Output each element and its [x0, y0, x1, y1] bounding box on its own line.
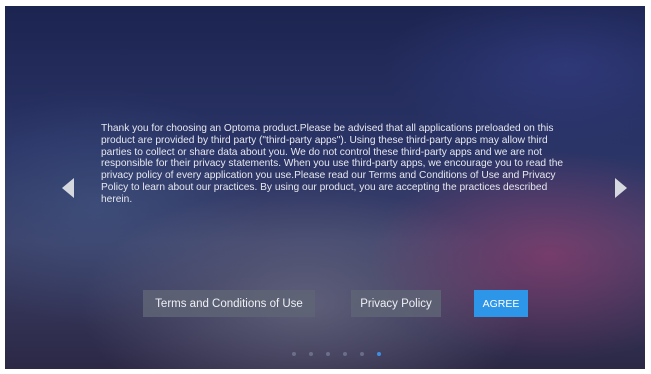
privacy-policy-button[interactable]: Privacy Policy — [351, 290, 441, 317]
page-dot — [326, 352, 330, 356]
page-dot — [292, 352, 296, 356]
page-dot — [343, 352, 347, 356]
terms-and-conditions-button[interactable]: Terms and Conditions of Use — [143, 290, 315, 317]
page-dot — [360, 352, 364, 356]
previous-arrow-icon[interactable] — [62, 178, 74, 198]
agree-button[interactable]: AGREE — [474, 290, 528, 317]
page-dot-active — [377, 352, 381, 356]
next-arrow-icon[interactable] — [615, 178, 627, 198]
privacy-notice-text: Thank you for choosing an Optoma product… — [101, 123, 564, 205]
welcome-screen: Thank you for choosing an Optoma product… — [5, 6, 645, 369]
page-indicator — [292, 352, 381, 356]
page-dot — [309, 352, 313, 356]
